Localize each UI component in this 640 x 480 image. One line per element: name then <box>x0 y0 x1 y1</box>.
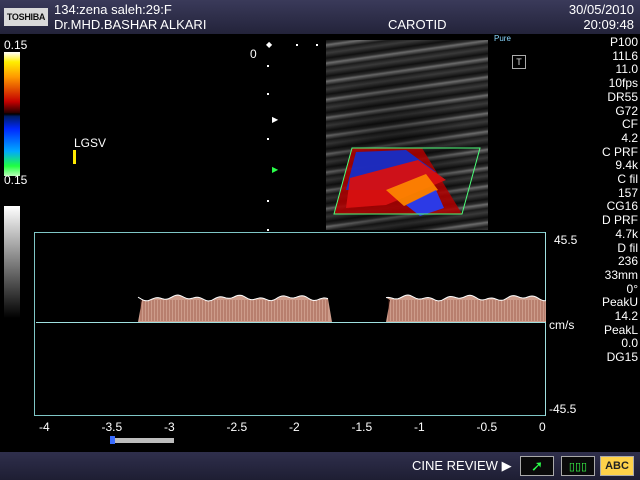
parameter-18: 0° <box>626 281 638 296</box>
parameter-19: PeakU <box>601 295 638 310</box>
annotation-button[interactable]: ABC <box>600 456 634 476</box>
sample-marker <box>73 150 76 164</box>
cine-review-label: CINE REVIEW ▶ <box>412 458 512 473</box>
top-dot <box>316 44 318 46</box>
time-tick-label: -1 <box>414 420 425 434</box>
patient-info: 134:zena saleh:29:F <box>54 2 172 17</box>
parameter-8: C PRF <box>602 144 638 159</box>
parameter-23: DG15 <box>606 350 638 365</box>
time-tick-label: -1.5 <box>351 420 373 434</box>
parameter-10: C fil <box>617 172 638 187</box>
depth-dot <box>267 138 269 140</box>
time-tick-label: -2 <box>289 420 300 434</box>
time-tick-label: 0 <box>539 420 546 434</box>
exam-title: CAROTID <box>388 17 447 32</box>
focus-marker-icon: ◆ <box>266 40 273 49</box>
parameter-11: 157 <box>617 185 638 200</box>
doctor-name: Dr.MHD.BASHAR ALKARI <box>54 17 207 32</box>
parameter-3: 10fps <box>608 76 638 91</box>
parameter-2: 11.0 <box>615 62 638 77</box>
parameter-4: DR55 <box>607 89 638 104</box>
velocity-scale-min: -45.5 <box>549 402 577 416</box>
pure-badge: Pure <box>494 34 511 43</box>
parameter-panel: P100 11L6 11.0 10fps DR55 G72 CF 4.2 C PRF 9.4k C … <box>558 35 638 365</box>
color-scale-max: 0.15 <box>4 38 28 52</box>
depth-dot <box>267 65 269 67</box>
depth-dot <box>267 200 269 202</box>
spectral-waveform <box>137 294 546 322</box>
cine-playhead[interactable] <box>110 436 115 444</box>
bmode-image <box>326 40 488 230</box>
cursor-icon[interactable]: ➚ <box>520 456 554 476</box>
time-tick-label: -4 <box>39 420 50 434</box>
exam-time: 20:09:48 <box>583 17 634 32</box>
exam-date: 30/05/2010 <box>568 2 634 17</box>
top-dot <box>296 44 298 46</box>
depth-dot <box>267 93 269 95</box>
parameter-13: D PRF <box>602 213 638 228</box>
parameter-6: CF <box>622 117 638 132</box>
parameter-16: 236 <box>617 254 638 269</box>
color-flow-scale-bar <box>4 52 20 176</box>
vessel-label: LGSV <box>74 136 107 150</box>
parameter-1: 11L6 <box>612 48 638 63</box>
parameter-22: 0.0 <box>621 336 638 351</box>
toshiba-logo: TOSHIBA <box>4 8 48 26</box>
parameter-9: 9.4k <box>615 158 638 173</box>
cine-timeline[interactable] <box>110 438 174 443</box>
parameter-12: CG16 <box>606 199 638 214</box>
velocity-unit: cm/s <box>549 318 575 332</box>
color-scale-min: 0.15 <box>4 173 28 187</box>
time-tick-label: -2.5 <box>226 420 248 434</box>
parameter-17: 33mm <box>604 267 638 282</box>
time-tick-label: -0.5 <box>476 420 498 434</box>
depth-dot <box>267 229 269 231</box>
focus-arrow-icon: ▶ <box>272 115 279 124</box>
doppler-focus-icon: ▶ <box>272 165 279 174</box>
velocity-scale-max: 45.5 <box>554 233 578 247</box>
time-tick-label: -3 <box>164 420 175 434</box>
depth-zero-label: 0 <box>250 47 257 61</box>
parameter-7: 4.2 <box>621 130 638 145</box>
gray-scale-bar <box>4 206 20 318</box>
parameter-0: P100 <box>609 35 638 49</box>
t-badge: T <box>512 55 526 69</box>
layout-icon[interactable]: ▯▯▯ <box>561 456 595 476</box>
time-tick-label: -3.5 <box>101 420 123 434</box>
time-axis: -4 -3.5 -3 -2.5 -2 -1.5 -1 -0.5 0 <box>0 420 640 436</box>
parameter-5: G72 <box>615 103 638 118</box>
